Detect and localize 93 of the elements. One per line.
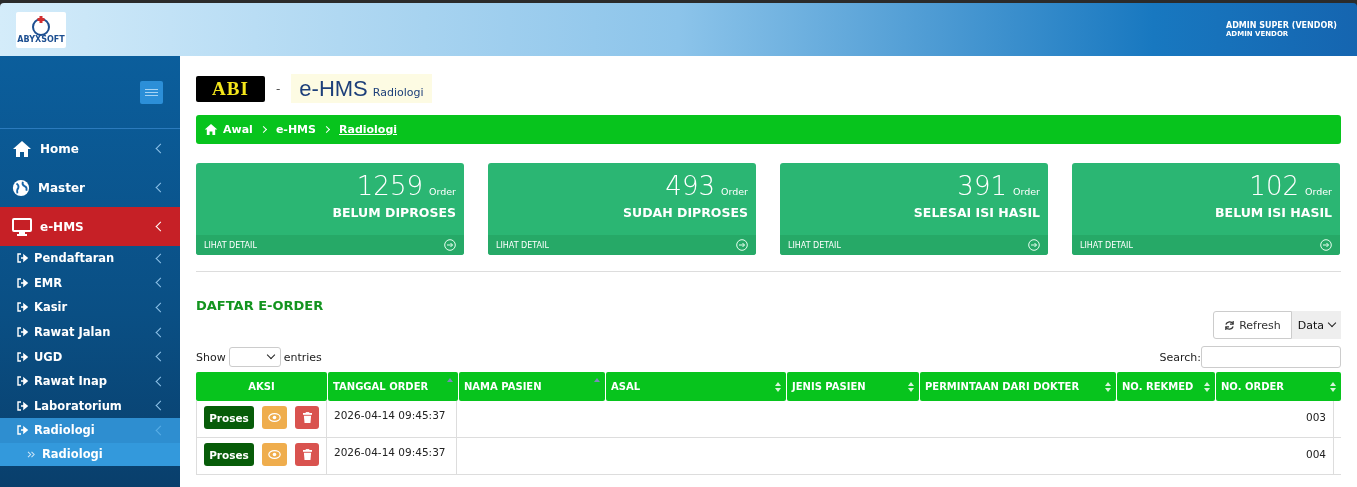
home-icon <box>12 139 32 158</box>
sign-in-icon <box>17 302 29 313</box>
trash-icon <box>302 449 312 460</box>
refresh-button[interactable]: Refresh <box>1213 311 1292 339</box>
monitor-icon <box>12 217 32 236</box>
detail-link[interactable]: LIHAT DETAIL <box>780 235 1048 255</box>
column-header[interactable]: JENIS PASIEN <box>787 372 919 401</box>
table-cell: 2026-04-14 09:45:37 <box>327 438 457 474</box>
stat-unit: Order <box>1305 186 1332 197</box>
table-cell: 2026-04-14 09:45:37 <box>327 401 457 437</box>
breadcrumb-link[interactable]: Radiologi <box>339 123 398 136</box>
stat-label: SELESAI ISI HASIL <box>913 205 1040 220</box>
sign-in-icon <box>17 277 29 288</box>
sidebar-item[interactable]: Master <box>0 168 180 207</box>
stat-count: 1259 <box>356 171 423 201</box>
arrow-circle-icon <box>444 239 456 251</box>
table-cell: 003 <box>1209 401 1334 437</box>
column-header[interactable]: AKSI <box>196 372 327 401</box>
view-button[interactable] <box>262 443 288 466</box>
sidebar-item[interactable]: Rawat Jalan <box>0 319 180 345</box>
module-title: Radiologi <box>372 86 424 99</box>
proses-button[interactable]: Proses <box>204 406 254 429</box>
column-header[interactable]: ASAL <box>606 372 786 401</box>
sort-asc-icon <box>594 378 600 382</box>
title-separator: - <box>276 81 281 96</box>
stat-unit: Order <box>721 186 748 197</box>
stat-label: SUDAH DIPROSES <box>623 205 748 220</box>
stat-unit: Order <box>1013 186 1040 197</box>
eye-icon <box>268 450 282 459</box>
stat-count: 493 <box>665 171 715 201</box>
section-title: DAFTAR E-ORDER <box>196 298 324 313</box>
entries-select[interactable] <box>228 347 281 367</box>
stat-unit: Order <box>429 186 456 197</box>
stat-count: 391 <box>957 171 1007 201</box>
search-label: Search: <box>1159 350 1201 364</box>
sign-in-icon <box>17 327 29 338</box>
column-header[interactable]: TANGGAL ORDER <box>328 372 458 401</box>
sort-icon <box>1105 381 1111 392</box>
sign-in-icon <box>17 400 29 411</box>
column-header[interactable]: NO. ORDER <box>1216 372 1341 401</box>
view-button[interactable] <box>262 406 288 429</box>
sidebar-item[interactable]: Radiologi <box>0 418 180 443</box>
sign-in-icon <box>17 253 29 264</box>
column-header[interactable]: NO. REKMED <box>1117 372 1215 401</box>
sign-in-icon <box>17 425 29 436</box>
double-chevron-icon <box>27 450 36 458</box>
abi-badge: ABI <box>196 75 265 102</box>
app-title: e-HMS <box>299 76 368 102</box>
detail-link[interactable]: LIHAT DETAIL <box>488 235 756 255</box>
detail-link[interactable]: LIHAT DETAIL <box>196 235 464 255</box>
sort-icon <box>1330 381 1336 392</box>
detail-link[interactable]: LIHAT DETAIL <box>1072 235 1340 255</box>
sort-asc-icon <box>447 378 453 382</box>
column-header[interactable]: NAMA PASIEN <box>459 372 605 401</box>
menu-icon[interactable] <box>140 80 163 104</box>
sidebar-item[interactable]: Laboratorium <box>0 393 180 419</box>
logo-icon: ABYXSOFT <box>16 11 66 48</box>
trash-icon <box>302 412 312 423</box>
arrow-circle-icon <box>736 239 748 251</box>
stat-label: BELUM ISI HASIL <box>1215 205 1332 220</box>
entries-label: entries <box>283 350 322 364</box>
sort-icon <box>775 381 781 392</box>
data-dropdown[interactable]: Data <box>1291 311 1341 339</box>
arrow-circle-icon <box>1028 239 1040 251</box>
breadcrumb-link[interactable]: Awal <box>223 123 253 136</box>
stat-label: BELUM DIPROSES <box>332 205 456 220</box>
delete-button[interactable] <box>295 443 319 466</box>
sidebar-item[interactable]: Rawat Inap <box>0 368 180 394</box>
delete-button[interactable] <box>295 406 319 429</box>
proses-button[interactable]: Proses <box>204 443 254 466</box>
sign-in-icon <box>17 376 29 387</box>
home-icon <box>204 123 218 136</box>
sidebar-item[interactable]: Pendaftaran <box>0 246 180 271</box>
sidebar-item[interactable]: e-HMS <box>0 207 180 246</box>
column-header[interactable]: PERMINTAAN DARI DOKTER <box>920 372 1116 401</box>
eye-icon <box>268 413 282 422</box>
arrow-circle-icon <box>1320 239 1332 251</box>
sidebar-item[interactable]: UGD <box>0 344 180 369</box>
globe-icon <box>12 178 30 197</box>
breadcrumb-link[interactable]: e-HMS <box>275 123 316 136</box>
refresh-icon <box>1224 319 1236 331</box>
table-cell: 004 <box>1209 438 1334 474</box>
sort-icon <box>1204 381 1210 392</box>
sidebar-item[interactable]: Home <box>0 129 180 168</box>
search-field[interactable] <box>1201 346 1341 368</box>
sort-icon <box>908 381 914 392</box>
sidebar-item[interactable]: Radiologi <box>0 442 180 466</box>
stat-count: 102 <box>1249 171 1299 201</box>
sidebar-item[interactable]: EMR <box>0 270 180 296</box>
sidebar-item[interactable]: Kasir <box>0 295 180 320</box>
show-label: Show <box>196 350 226 364</box>
user-name[interactable]: ADMIN SUPER (VENDOR) <box>1225 21 1337 30</box>
sign-in-icon <box>17 351 29 362</box>
